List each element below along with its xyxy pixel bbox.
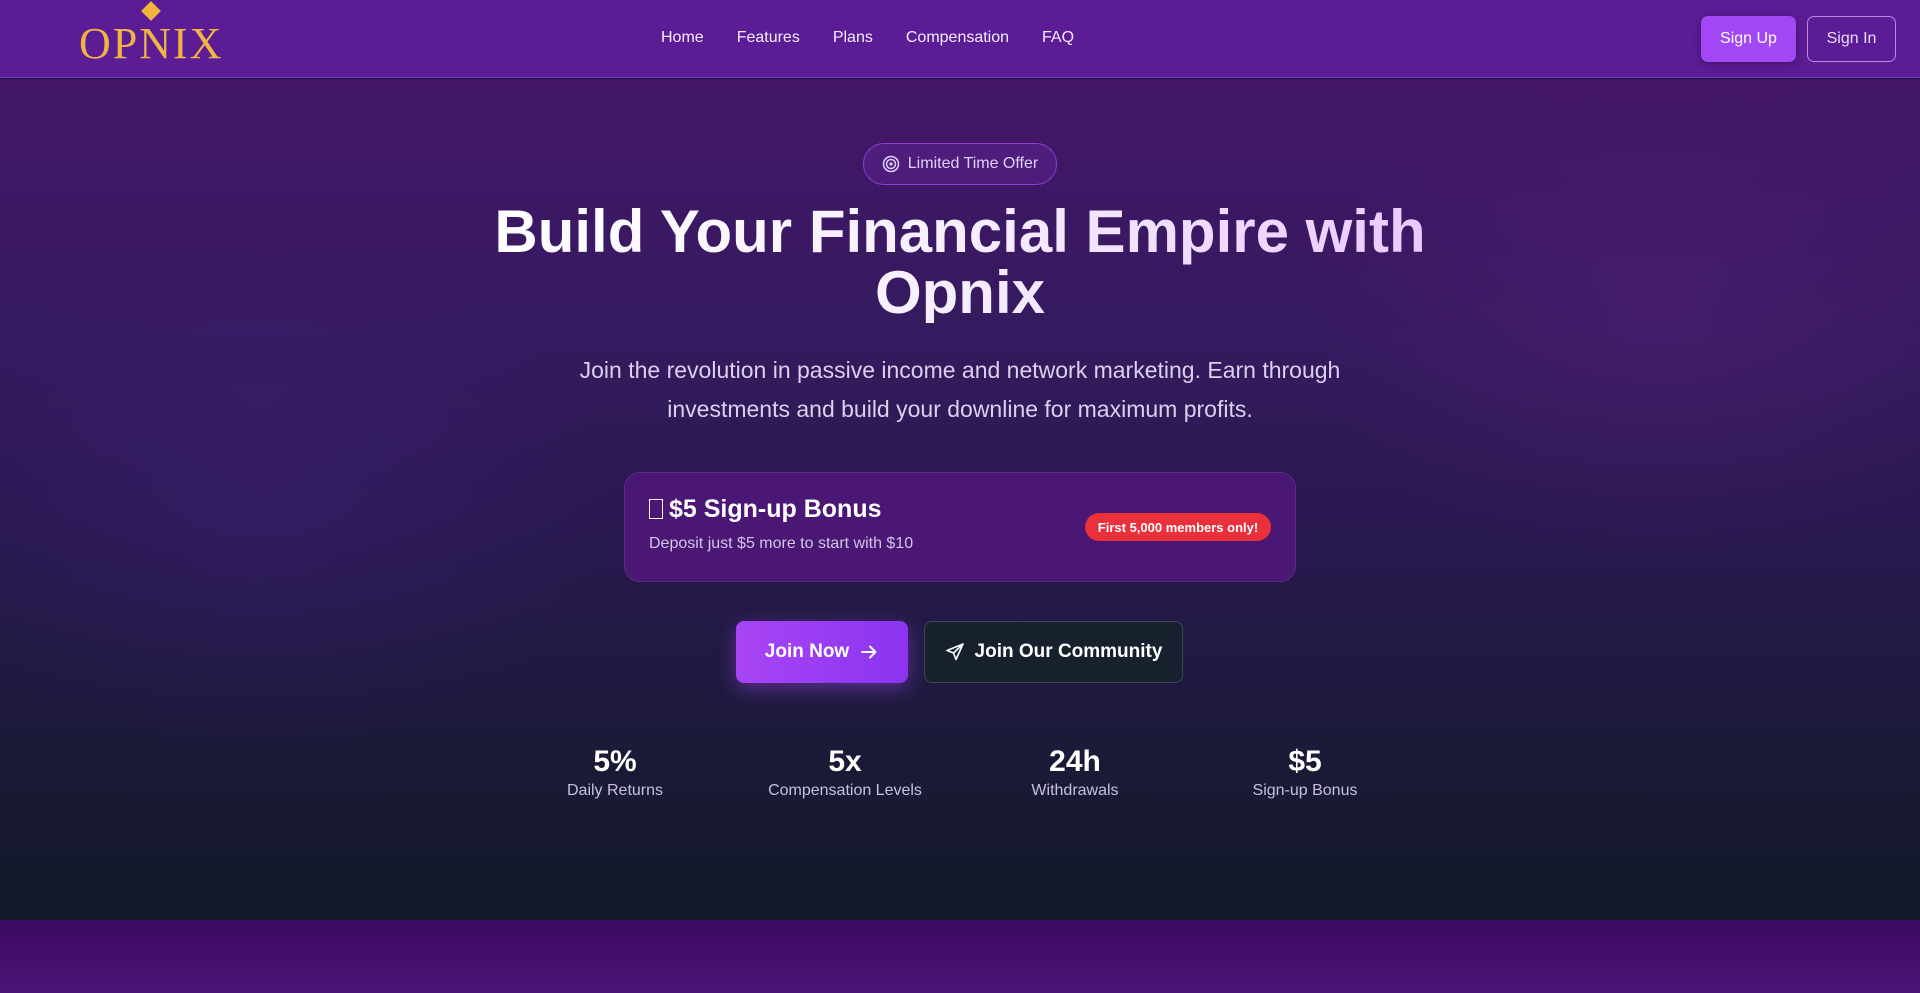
stat-daily-returns: 5% Daily Returns xyxy=(515,744,715,800)
stat-value: 24h xyxy=(1049,745,1101,778)
stat-value: 5x xyxy=(828,745,862,778)
stat-withdrawals: 24h Withdrawals xyxy=(975,744,1175,800)
hero-title: Build Your Financial Empire with Opnix xyxy=(460,201,1460,323)
nav-link-faq[interactable]: FAQ xyxy=(1042,27,1074,49)
sign-up-button[interactable]: Sign Up xyxy=(1701,16,1796,62)
sign-in-button[interactable]: Sign In xyxy=(1807,16,1896,62)
gift-icon xyxy=(649,499,663,519)
members-only-pill: First 5,000 members only! xyxy=(1085,513,1271,541)
limited-offer-badge: Limited Time Offer xyxy=(863,143,1057,185)
opnix-logo[interactable]: OPNIX xyxy=(79,1,224,68)
join-now-button[interactable]: Join Now xyxy=(736,621,908,683)
join-community-label: Join Our Community xyxy=(974,641,1163,662)
logo-text: OPNIX xyxy=(79,19,224,68)
hero-section: Limited Time Offer Build Your Financial … xyxy=(0,79,1920,920)
nav-link-compensation[interactable]: Compensation xyxy=(906,27,1009,49)
stat-signup-bonus: $5 Sign-up Bonus xyxy=(1205,744,1405,800)
bonus-title: $5 Sign-up Bonus xyxy=(669,495,882,523)
stat-value: $5 xyxy=(1288,745,1322,778)
next-section-band xyxy=(0,920,1920,993)
top-navbar: OPNIX Home Features Plans Compensation F… xyxy=(0,0,1920,78)
bonus-description: Deposit just $5 more to start with $10 xyxy=(649,535,914,552)
join-community-button[interactable]: Join Our Community xyxy=(924,621,1183,683)
stat-compensation-levels: 5x Compensation Levels xyxy=(745,744,945,800)
target-icon xyxy=(882,155,900,173)
arrow-right-icon xyxy=(861,645,877,659)
logo-diamond-icon xyxy=(141,1,161,21)
hero-subtitle: Join the revolution in passive income an… xyxy=(579,357,1341,422)
stat-value: 5% xyxy=(593,745,637,778)
stat-label: Withdrawals xyxy=(1031,782,1119,799)
stat-label: Sign-up Bonus xyxy=(1252,782,1358,799)
nav-link-home[interactable]: Home xyxy=(661,27,704,49)
badge-label: Limited Time Offer xyxy=(907,155,1039,172)
nav-link-features[interactable]: Features xyxy=(737,27,800,49)
join-now-label: Join Now xyxy=(764,641,850,662)
nav-links: Home Features Plans Compensation FAQ xyxy=(661,27,1107,49)
send-icon xyxy=(945,643,964,661)
nav-link-plans[interactable]: Plans xyxy=(833,27,873,49)
stat-label: Daily Returns xyxy=(566,782,664,799)
bonus-title-row: $5 Sign-up Bonus xyxy=(649,495,882,523)
signup-bonus-card: $5 Sign-up Bonus Deposit just $5 more to… xyxy=(624,472,1296,582)
stat-label: Compensation Levels xyxy=(768,782,922,799)
